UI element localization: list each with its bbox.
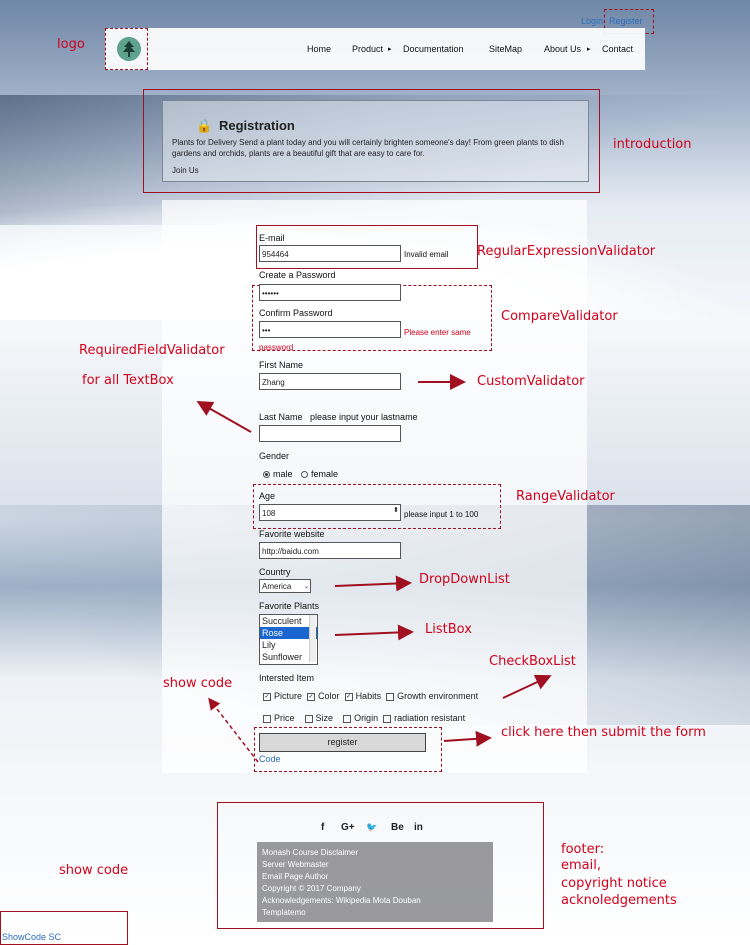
annotation-arrows: [196, 374, 552, 763]
arrow-showcode: [208, 697, 259, 763]
arrow-listbox: [334, 624, 414, 641]
arrow-required: [196, 401, 252, 433]
arrow-checkbox: [502, 674, 552, 699]
arrow-dropdown: [334, 575, 412, 592]
arrow-submit: [443, 730, 492, 747]
